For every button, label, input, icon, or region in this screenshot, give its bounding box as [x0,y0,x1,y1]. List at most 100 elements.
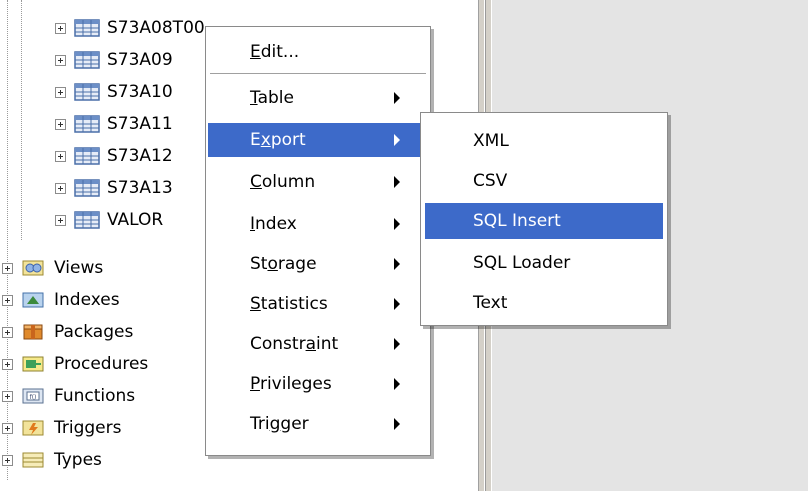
submenu-arrow-icon [394,338,400,350]
folder-label: Types [54,450,102,470]
tree-node-procedures[interactable]: Procedures [2,350,148,378]
folder-label: Packages [54,322,134,342]
menu-item-privileges[interactable]: Privileges [208,367,428,401]
tree-node-table[interactable]: S73A13 [55,174,173,202]
submenu-item-sql-loader[interactable]: SQL Loader [425,245,663,281]
mnemonic: E [250,42,261,62]
tree-node-packages[interactable]: Packages [2,318,133,346]
mnemonic: g [269,414,281,434]
tree-node-types[interactable]: Types [2,446,102,474]
menu-item-export[interactable]: Export [208,123,428,157]
submenu-arrow-icon [394,134,400,146]
tree-node-table[interactable]: S73A08T00 [55,14,205,42]
expand-icon[interactable] [55,22,66,34]
tree-node-functions[interactable]: f() Functions [2,382,135,410]
menu-item-label: ger [280,414,309,434]
table-name: VALOR [107,210,164,230]
table-name: S73A09 [107,50,173,70]
tree-node-table[interactable]: S73A09 [55,46,173,74]
expand-icon[interactable] [55,150,66,162]
menu-item-statistics[interactable]: Statistics [208,287,428,321]
expand-icon[interactable] [55,54,66,66]
menu-item-constraint[interactable]: Constraint [208,327,428,361]
submenu-arrow-icon [394,176,400,188]
menu-item-label: Constr [250,334,306,354]
menu-item-label: dit... [260,42,300,62]
expand-icon[interactable] [2,422,13,434]
tree-node-table[interactable]: VALOR [55,206,163,234]
submenu-arrow-icon [394,418,400,430]
table-icon [74,51,100,69]
menu-item-label: ndex [255,214,297,234]
submenu-arrow-icon [394,92,400,104]
views-icon [22,260,44,276]
menu-item-column[interactable]: Column [208,165,428,199]
submenu-arrow-icon [394,378,400,390]
context-menu: Edit... Table Export Column Index Storag… [205,26,431,456]
table-name: S73A10 [107,82,173,102]
submenu-item-text[interactable]: Text [425,285,663,321]
submenu-arrow-icon [394,218,400,230]
menu-item-label: rage [277,254,317,274]
menu-item-label: olumn [261,172,316,192]
expand-icon[interactable] [2,294,13,306]
tree-line [21,0,22,240]
menu-item-edit[interactable]: Edit... [208,35,428,69]
packages-icon [23,324,43,340]
tree-node-table[interactable]: S73A11 [55,110,173,138]
folder-label: Triggers [54,418,122,438]
expand-icon[interactable] [2,390,13,402]
expand-icon[interactable] [2,262,13,274]
submenu-item-label: XML [473,131,509,151]
submenu-item-csv[interactable]: CSV [425,163,663,199]
submenu-item-label: CSV [473,171,508,191]
menu-item-table[interactable]: Table [208,81,428,115]
mnemonic: C [250,172,262,192]
table-icon [74,179,100,197]
folder-label: Indexes [54,290,120,310]
table-name: S73A08T00 [107,18,205,38]
table-name: S73A11 [107,114,173,134]
menu-item-label: int [315,334,339,354]
menu-item-label: rivileges [259,374,332,394]
table-icon [74,211,100,229]
table-icon [74,147,100,165]
submenu-arrow-icon [394,258,400,270]
table-icon [74,19,100,37]
table-icon [74,115,100,133]
mnemonic: S [250,294,261,314]
table-icon [74,83,100,101]
menu-item-index[interactable]: Index [208,207,428,241]
tree-node-table[interactable]: S73A12 [55,142,173,170]
menu-item-label: E [250,130,261,150]
folder-label: Procedures [54,354,149,374]
menu-item-storage[interactable]: Storage [208,247,428,281]
expand-icon[interactable] [55,182,66,194]
mnemonic: o [267,254,278,274]
menu-item-trigger[interactable]: Trigger [208,407,428,441]
expand-icon[interactable] [2,358,13,370]
expand-icon[interactable] [2,454,13,466]
expand-icon[interactable] [2,326,13,338]
menu-item-label: tatistics [260,294,328,314]
menu-separator [210,73,426,75]
submenu-item-sql-insert[interactable]: SQL Insert [425,203,663,239]
svg-text:f(): f() [30,394,37,401]
types-icon [22,452,44,468]
procedures-icon [22,356,44,372]
mnemonic: T [250,88,258,108]
submenu-item-xml[interactable]: XML [425,123,663,159]
menu-item-label: able [257,88,294,108]
export-submenu: XML CSV SQL Insert SQL Loader Text [420,112,668,326]
tree-node-table[interactable]: S73A10 [55,78,173,106]
expand-icon[interactable] [55,118,66,130]
mnemonic: x [260,130,271,150]
folder-label: Views [54,258,104,278]
expand-icon[interactable] [55,214,66,226]
tree-node-indexes[interactable]: Indexes [2,286,120,314]
tree-node-views[interactable]: Views [2,254,103,282]
tree-node-triggers[interactable]: Triggers [2,414,122,442]
expand-icon[interactable] [55,86,66,98]
menu-item-label: St [250,254,268,274]
submenu-arrow-icon [394,298,400,310]
